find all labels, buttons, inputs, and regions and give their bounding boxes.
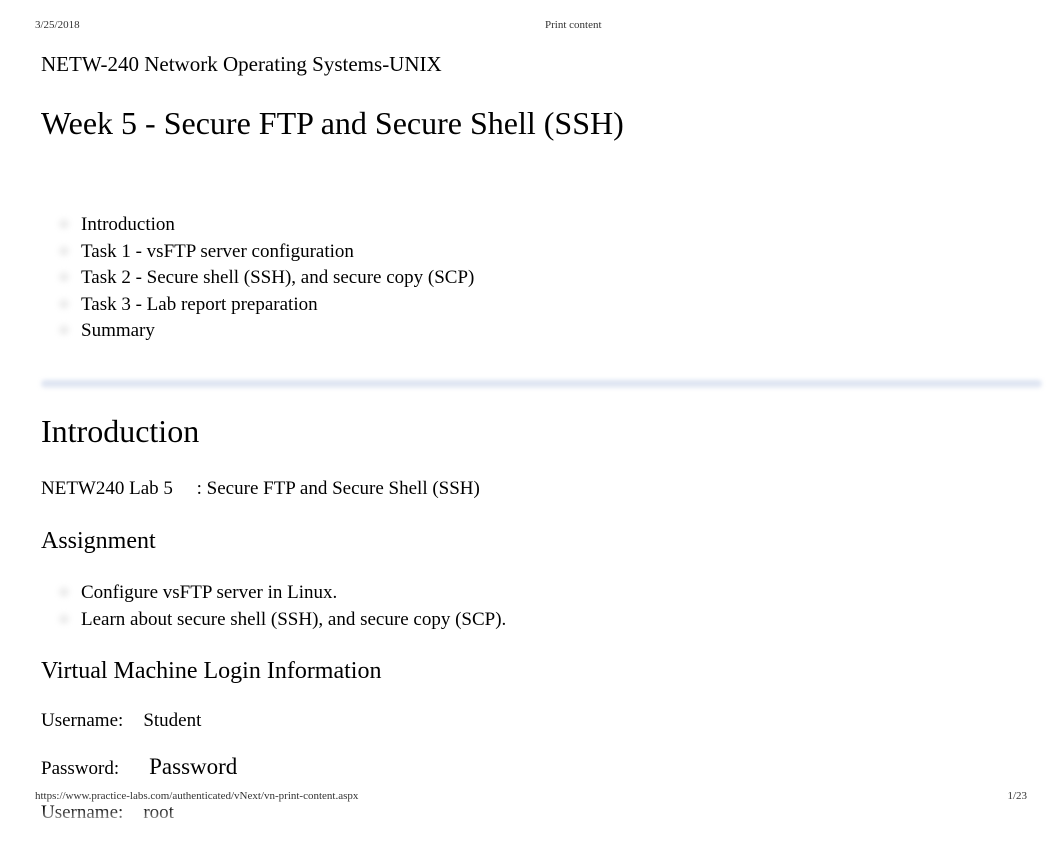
username-label: Username: [41, 710, 123, 731]
toc-item: Introduction [81, 212, 1042, 239]
username-value: Student [143, 710, 201, 731]
header-date: 3/25/2018 [35, 19, 80, 31]
toc-list: Introduction Task 1 - vsFTP server confi… [81, 212, 1042, 345]
password-value: Password [149, 754, 237, 779]
lab-prefix: NETW240 Lab 5 [41, 478, 173, 499]
assignment-item: Configure vsFTP server in Linux. [81, 580, 1042, 607]
toc-item: Task 1 - vsFTP server configuration [81, 239, 1042, 266]
username-line-1: Username: Student [41, 710, 1042, 732]
week-title: Week 5 - Secure FTP and Secure Shell (SS… [41, 105, 1042, 142]
lab-suffix: : Secure FTP and Secure Shell (SSH) [197, 478, 480, 499]
password-line: Password: Password [41, 754, 1042, 780]
footer-page: 1/23 [1007, 790, 1027, 802]
assignment-list: Configure vsFTP server in Linux. Learn a… [81, 580, 1042, 633]
toc-item: Task 2 - Secure shell (SSH), and secure … [81, 265, 1042, 292]
password-label: Password: [41, 758, 119, 779]
course-code: NETW-240 Network Operating Systems-UNIX [41, 52, 1042, 77]
document-content: NETW-240 Network Operating Systems-UNIX … [41, 52, 1042, 846]
assignment-item: Learn about secure shell (SSH), and secu… [81, 607, 1042, 634]
bottom-fade [0, 807, 1062, 822]
toc-item: Task 3 - Lab report preparation [81, 292, 1042, 319]
vm-login-heading: Virtual Machine Login Information [41, 658, 1042, 685]
footer-url: https://www.practice-labs.com/authentica… [35, 790, 358, 802]
header-title: Print content [545, 19, 602, 31]
lab-description: NETW240 Lab 5 : Secure FTP and Secure Sh… [41, 478, 1042, 500]
introduction-heading: Introduction [41, 413, 1042, 450]
section-divider [41, 380, 1042, 388]
toc-item: Summary [81, 318, 1042, 345]
assignment-heading: Assignment [41, 528, 1042, 555]
